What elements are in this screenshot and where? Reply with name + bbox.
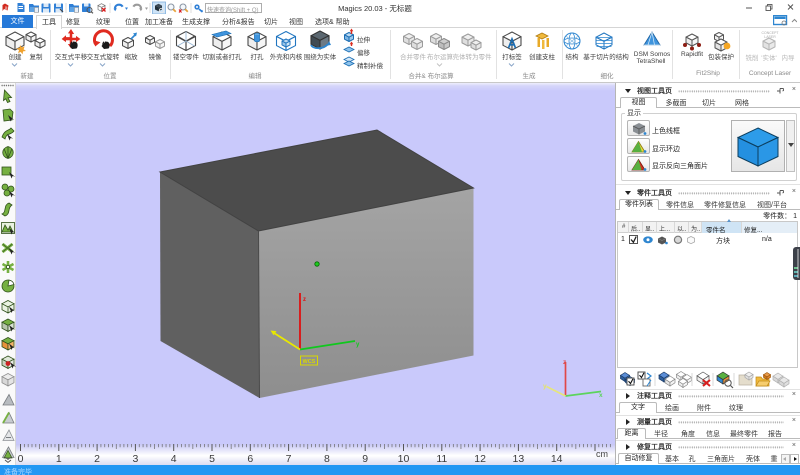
svg-text:z: z: [303, 297, 306, 303]
svg-text:x: x: [599, 392, 603, 399]
svg-text:WCS: WCS: [303, 359, 316, 365]
svg-text:z: z: [563, 359, 567, 366]
svg-text:y: y: [543, 383, 547, 390]
